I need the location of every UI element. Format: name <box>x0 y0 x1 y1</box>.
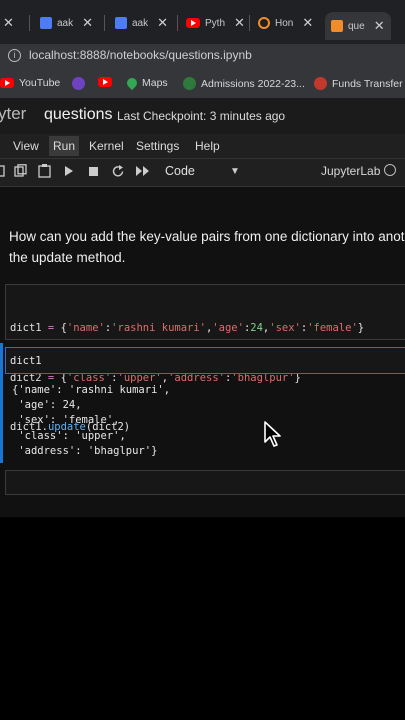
bookmark-label: Funds Transfer <box>332 77 403 90</box>
menu-kernel[interactable]: Kernel <box>89 139 124 153</box>
bookmark-maps[interactable]: Maps <box>124 75 168 91</box>
youtube-icon <box>186 18 200 28</box>
bookmark-admissions[interactable]: Admissions 2022-23... <box>183 77 305 90</box>
tab-label: que <box>348 20 365 32</box>
empty-code-cell[interactable] <box>5 470 405 495</box>
copy-icon[interactable] <box>14 164 28 178</box>
cut-icon[interactable] <box>0 164 6 178</box>
kernel-status-icon <box>384 164 396 176</box>
markdown-line: How can you add the key-value pairs from… <box>9 229 405 244</box>
stop-icon[interactable] <box>89 167 98 176</box>
code-cell-1[interactable]: dict1 = {'name':'rashni kumari','age':24… <box>5 284 405 433</box>
maps-pin-icon <box>124 75 140 91</box>
close-icon[interactable]: ✕ <box>157 15 168 31</box>
browser-tab[interactable]: Pyth ✕ <box>186 10 245 36</box>
jupyter-icon <box>258 17 270 29</box>
menu-run[interactable]: Run <box>49 136 80 156</box>
notebook-name[interactable]: questions <box>44 106 113 124</box>
bookmark-label: Admissions 2022-23... <box>201 77 305 90</box>
tab-label: Pyth <box>205 17 226 29</box>
active-cell-indicator <box>0 343 3 463</box>
markdown-cell[interactable]: How can you add the key-value pairs from… <box>9 226 405 268</box>
browser-tab[interactable]: aak ✕ <box>115 10 168 36</box>
run-icon[interactable] <box>64 166 74 176</box>
bookmark-youtube[interactable]: YouTube <box>0 77 60 89</box>
fast-forward-icon[interactable] <box>136 166 150 176</box>
paste-icon[interactable] <box>38 163 52 178</box>
code-line: dict1 <box>10 355 42 367</box>
browser-tab-active[interactable]: que ✕ <box>325 12 391 40</box>
cell-output: {'name': 'rashni kumari', 'age': 24, 'se… <box>12 384 171 457</box>
site-icon <box>72 77 85 90</box>
mouse-cursor-icon <box>264 421 281 447</box>
doc-icon <box>115 17 127 29</box>
close-icon[interactable]: ✕ <box>374 18 385 34</box>
notebook-icon <box>331 20 343 32</box>
bookmark-label: YouTube <box>19 77 61 89</box>
bookmark-site[interactable] <box>72 77 85 90</box>
chevron-down-icon[interactable]: ▼ <box>230 166 240 177</box>
close-icon[interactable]: ✕ <box>82 15 93 31</box>
code-cell-2[interactable]: dict1 <box>5 347 405 374</box>
bank-icon <box>314 77 327 90</box>
cell-type-select[interactable]: Code <box>165 164 195 178</box>
restart-icon[interactable] <box>112 165 125 178</box>
close-icon[interactable]: ✕ <box>302 15 313 31</box>
markdown-line: the update method. <box>9 250 126 265</box>
close-icon[interactable]: ✕ <box>3 15 14 31</box>
tab-label: aak <box>57 17 74 29</box>
browser-tab[interactable]: Hon ✕ <box>258 10 313 36</box>
bookmark-funds-transfer[interactable]: Funds Transfer <box>314 77 403 90</box>
jupyter-logo[interactable]: yter <box>0 104 26 124</box>
tab-label: Hon <box>275 17 294 29</box>
url-text[interactable]: localhost:8888/notebooks/questions.ipynb <box>29 48 252 62</box>
menu-view[interactable]: View <box>13 139 39 153</box>
doc-icon <box>40 17 52 29</box>
code-line: dict1 = {'name':'rashni kumari','age':24… <box>10 322 365 334</box>
site-icon <box>183 77 196 90</box>
tab-label: aak <box>132 17 149 29</box>
info-icon[interactable]: i <box>8 49 21 62</box>
close-icon[interactable]: ✕ <box>234 15 245 31</box>
bookmark-label: Maps <box>142 77 168 89</box>
menu-settings[interactable]: Settings <box>136 139 179 153</box>
browser-tab[interactable]: aak ✕ <box>40 10 93 36</box>
youtube-icon <box>0 78 14 88</box>
youtube-icon <box>98 77 112 87</box>
bookmark-youtube-2[interactable] <box>98 77 112 87</box>
menu-help[interactable]: Help <box>195 139 220 153</box>
browser-tab[interactable]: ✕ <box>0 10 14 36</box>
kernel-label[interactable]: JupyterLab <box>321 164 380 178</box>
checkpoint-status: Last Checkpoint: 3 minutes ago <box>117 109 286 123</box>
